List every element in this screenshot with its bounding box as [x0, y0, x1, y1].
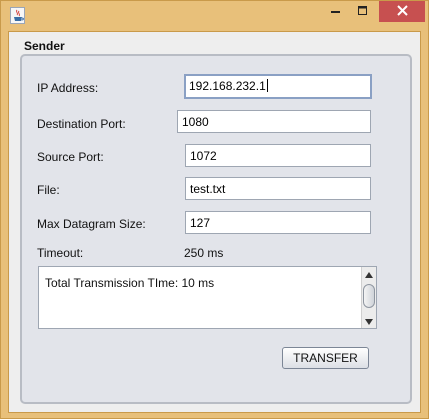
ip-address-label: IP Address:	[37, 81, 99, 95]
max-datagram-size-label: Max Datagram Size:	[37, 217, 146, 231]
text-caret	[266, 79, 268, 92]
output-text-area[interactable]: Total Transmission TIme: 10 ms	[38, 266, 377, 329]
ip-address-value: 192.168.232.1	[189, 79, 266, 93]
destination-port-label: Destination Port:	[37, 117, 126, 131]
scroll-up-button[interactable]	[362, 267, 376, 281]
destination-port-input[interactable]: 1080	[177, 110, 371, 133]
vertical-scrollbar[interactable]	[361, 267, 376, 328]
max-datagram-size-input[interactable]: 127	[185, 211, 371, 234]
source-port-label: Source Port:	[37, 150, 104, 164]
triangle-down-icon	[365, 312, 373, 330]
minimize-icon	[330, 3, 341, 21]
transmission-time-text: Total Transmission TIme: 10 ms	[45, 276, 215, 290]
source-port-input[interactable]: 1072	[185, 144, 371, 167]
maximize-icon	[357, 3, 368, 21]
ip-address-input[interactable]: 192.168.232.1	[184, 74, 372, 99]
file-input[interactable]: test.txt	[185, 177, 371, 200]
panel-title: Sender	[24, 39, 65, 53]
close-button[interactable]	[379, 1, 425, 22]
java-cup-icon[interactable]	[10, 7, 25, 24]
scroll-thumb[interactable]	[363, 284, 375, 308]
triangle-up-icon	[365, 265, 373, 283]
scroll-down-button[interactable]	[362, 314, 376, 328]
application-window: Sender IP Address: 192.168.232.1 Destina…	[0, 0, 429, 419]
content-panel: Sender IP Address: 192.168.232.1 Destina…	[8, 31, 421, 413]
transfer-button[interactable]: TRANSFER	[282, 347, 369, 369]
minimize-button[interactable]	[322, 1, 349, 22]
maximize-button[interactable]	[349, 1, 376, 22]
timeout-value: 250 ms	[184, 246, 224, 260]
title-bar[interactable]	[1, 1, 428, 31]
timeout-label: Timeout:	[37, 246, 84, 260]
file-label: File:	[37, 183, 60, 197]
close-icon	[396, 3, 408, 21]
